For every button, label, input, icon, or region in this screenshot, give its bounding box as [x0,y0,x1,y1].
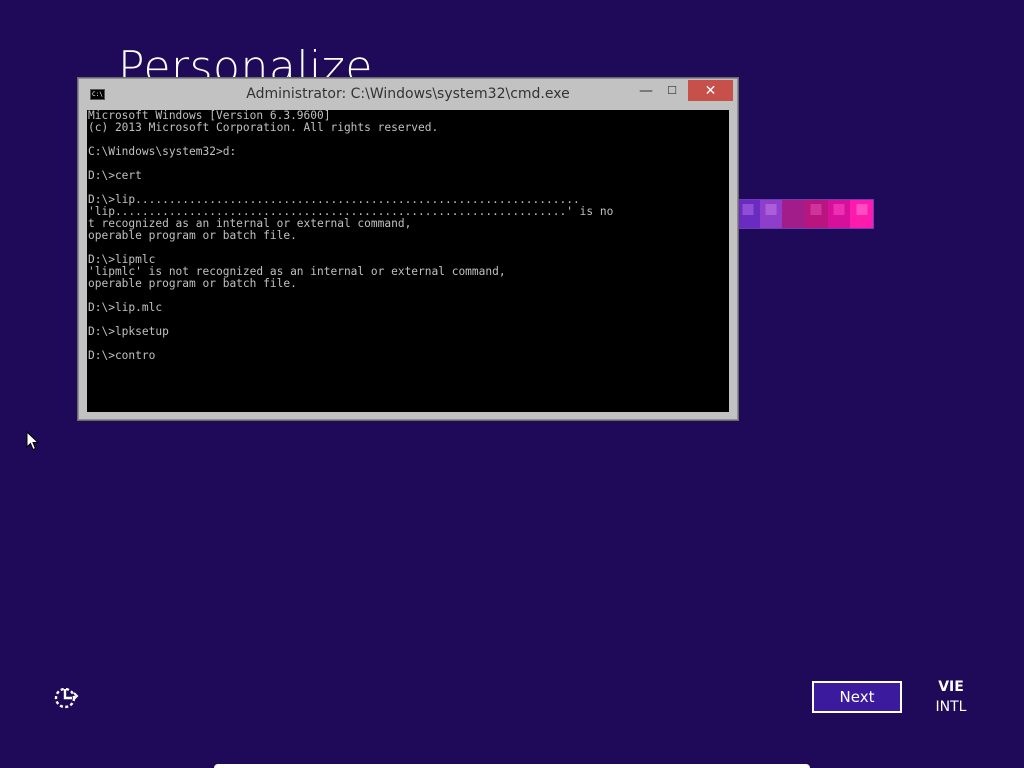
console-line: D:\>lpksetup [88,325,169,338]
language-code: VIE [938,679,964,695]
mouse-cursor-icon [26,431,40,451]
close-button[interactable]: ✕ [688,80,733,101]
keyboard-layout: INTL [935,699,967,715]
maximize-button[interactable]: ☐ [659,80,685,101]
setup-screen: Personalize C:\ Administrator: C:\Window… [0,0,1024,768]
color-swatch[interactable] [759,200,783,228]
color-swatch-strip[interactable] [736,199,874,229]
cmd-window[interactable]: C:\ Administrator: C:\Windows\system32\c… [78,78,738,420]
console-line: C:\Windows\system32>d: [88,145,237,158]
console-line: D:\>cert [88,169,142,182]
ease-of-access-icon-graphic [54,687,79,709]
color-swatch[interactable] [850,200,874,228]
minimize-button[interactable]: — [633,80,659,101]
language-indicator[interactable]: VIE INTL [924,678,978,716]
bottom-edge-bar [214,764,810,768]
console-output[interactable]: Microsoft Windows [Version 6.3.9600] (c) … [87,110,729,412]
color-swatch[interactable] [805,200,828,228]
console-line: D:\>contro [88,349,156,362]
console-line: operable program or batch file. [88,229,297,242]
console-text: Microsoft Windows [Version 6.3.9600] (c) … [87,110,729,362]
color-swatch[interactable] [827,200,851,228]
color-swatch[interactable] [782,200,806,228]
color-swatch[interactable] [737,200,760,228]
ease-of-access-icon[interactable] [52,684,80,712]
console-line: D:\>lip.mlc [88,301,163,314]
cmd-titlebar[interactable]: C:\ Administrator: C:\Windows\system32\c… [79,79,737,111]
next-button[interactable]: Next [812,681,902,713]
console-line: (c) 2013 Microsoft Corporation. All righ… [88,121,439,134]
console-line: operable program or batch file. [88,277,297,290]
